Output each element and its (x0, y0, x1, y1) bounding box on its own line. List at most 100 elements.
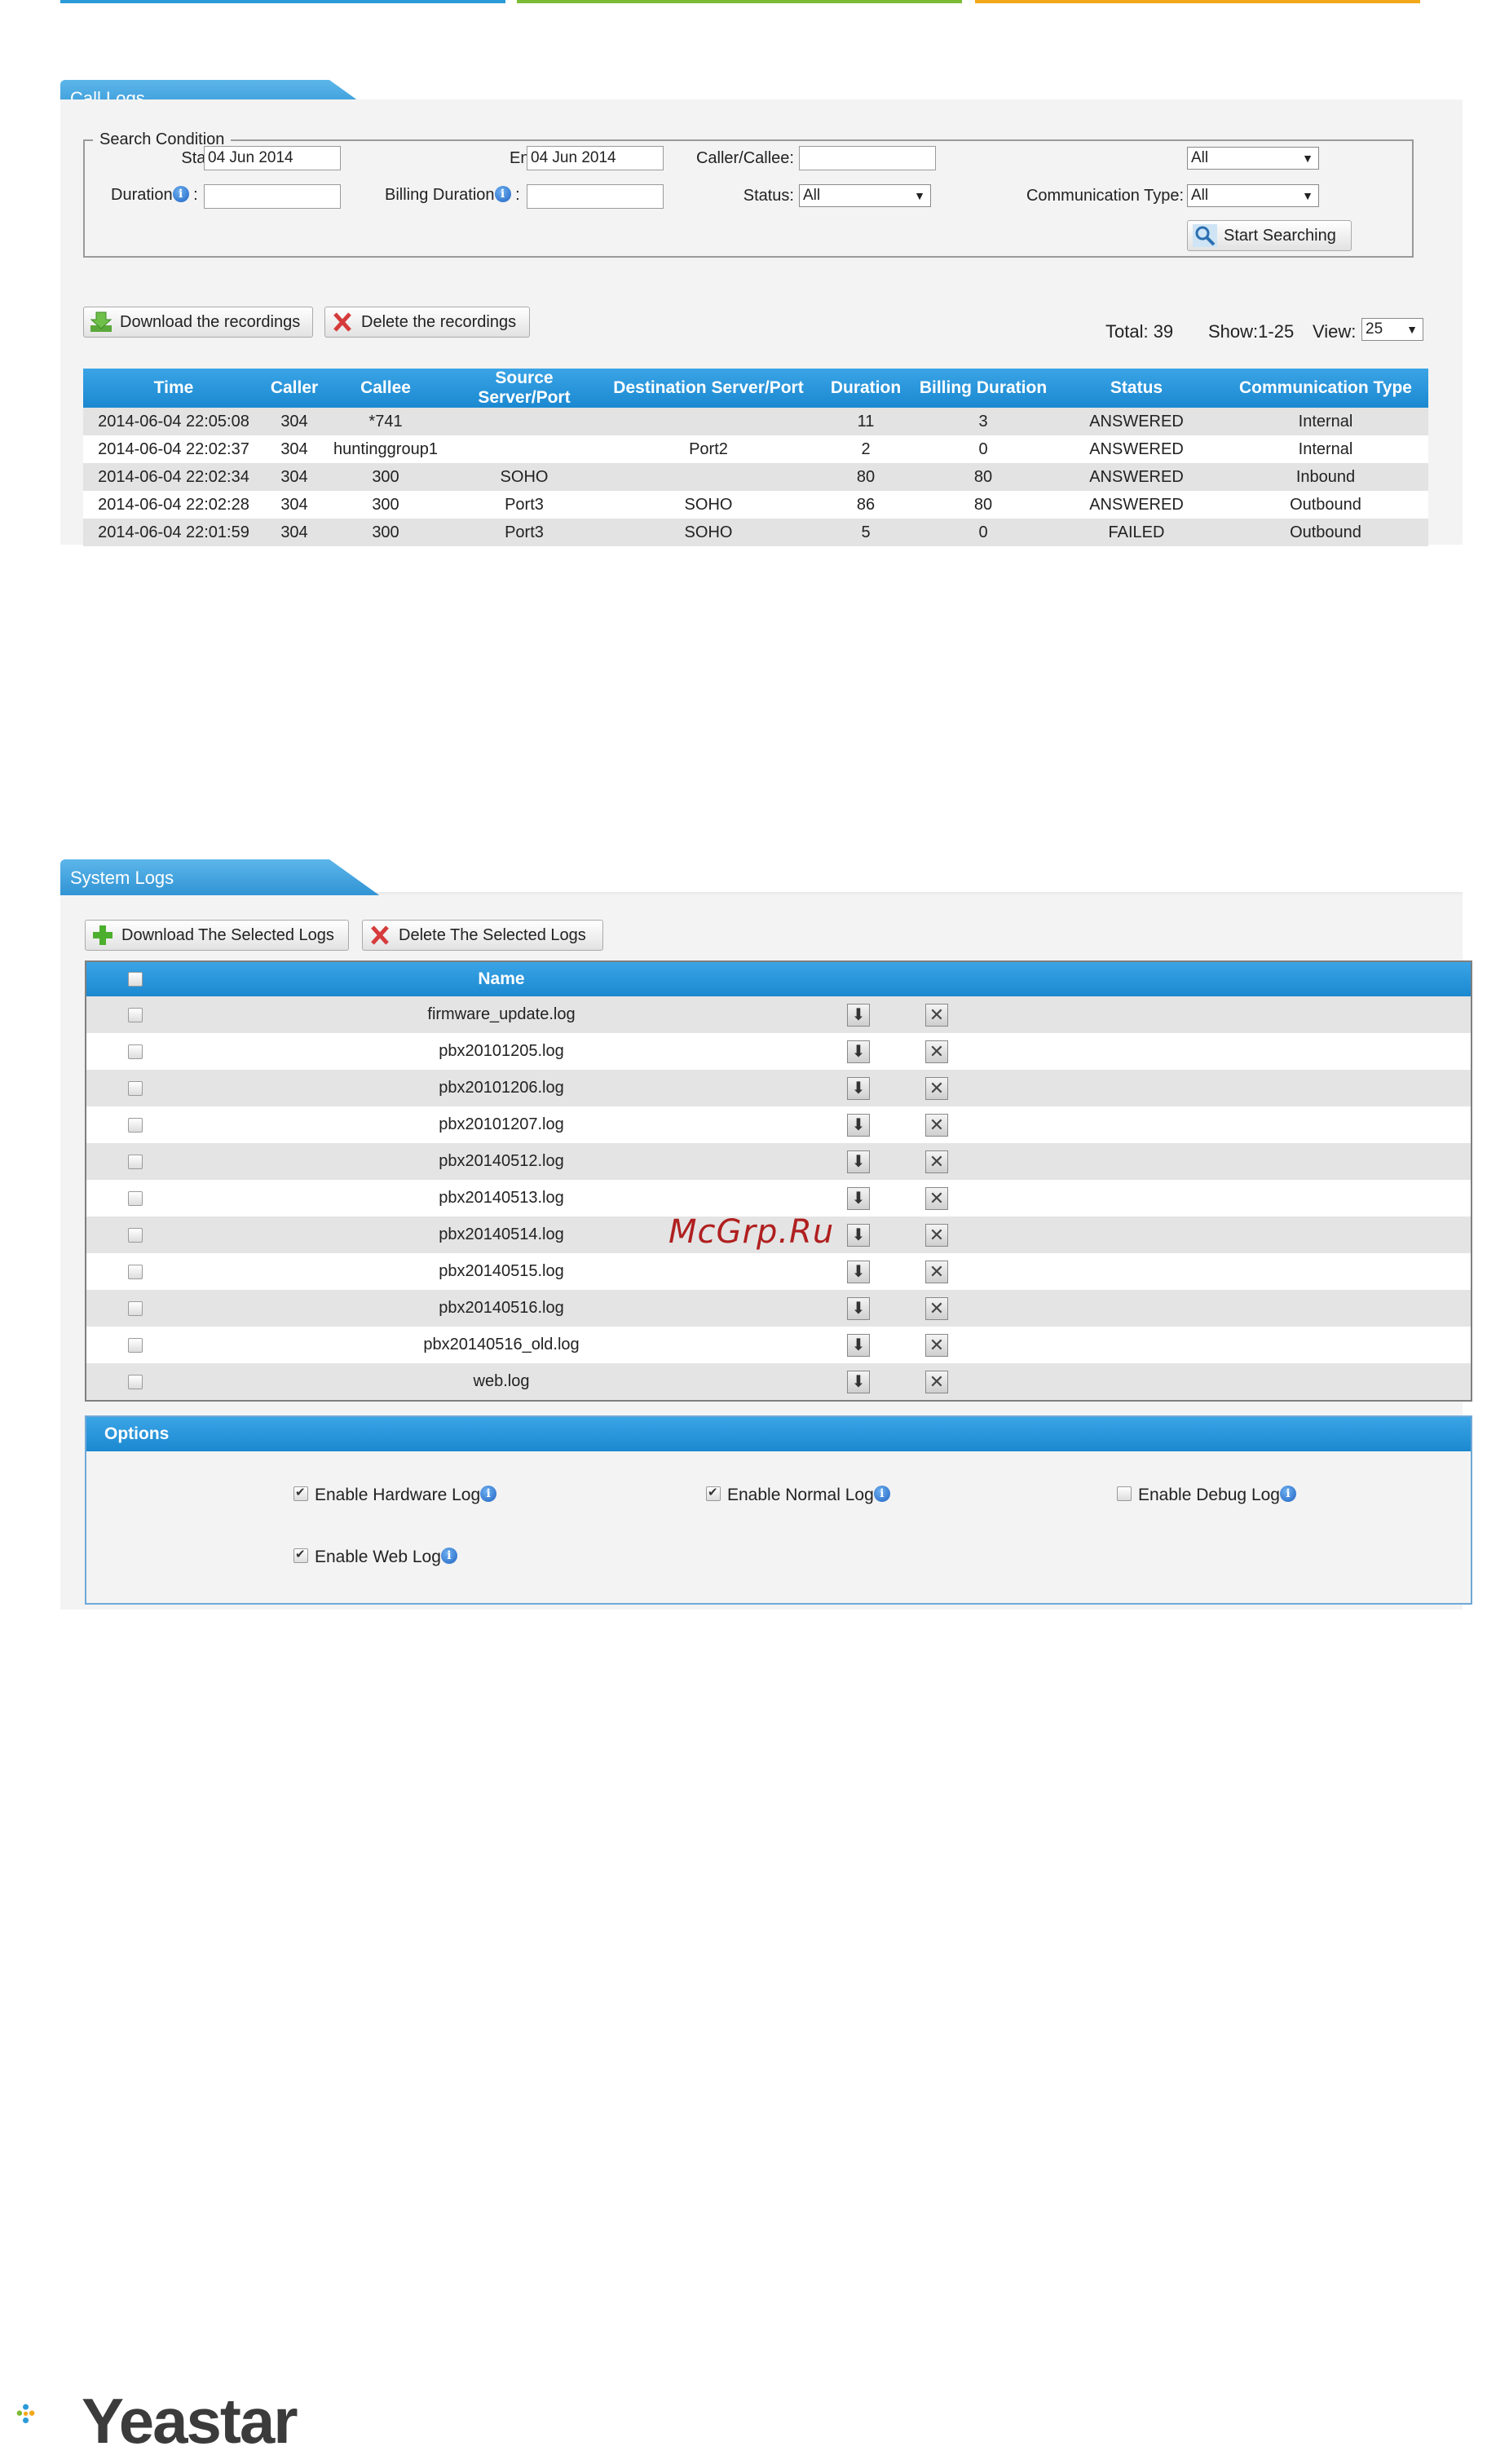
column-header[interactable]: Communication Type (1223, 369, 1428, 408)
caller-callee-input[interactable] (799, 146, 936, 170)
delete-icon[interactable]: ✕ (925, 1113, 948, 1137)
table-row[interactable]: pbx20101205.log ⬇ ✕ (86, 1033, 1472, 1070)
table-row[interactable]: pbx20101207.log ⬇ ✕ (86, 1106, 1472, 1143)
table-row[interactable]: pbx20140515.log ⬇ ✕ (86, 1253, 1472, 1290)
download-icon[interactable]: ⬇ (847, 1150, 870, 1173)
row-checkbox[interactable] (127, 1337, 143, 1353)
column-header[interactable]: Status (1050, 369, 1223, 408)
row-checkbox[interactable] (127, 1227, 143, 1243)
row-checkbox[interactable] (127, 1007, 143, 1022)
download-icon[interactable]: ⬇ (847, 1040, 870, 1063)
table-row[interactable]: 2014-06-04 22:01:59 304 300 Port3 SOHO 5… (83, 519, 1428, 546)
name-column-header[interactable]: Name (183, 961, 819, 996)
table-row[interactable]: pbx20140516_old.log ⬇ ✕ (86, 1327, 1472, 1363)
start-date-input[interactable]: 04 Jun 2014 (204, 146, 341, 170)
download-selected-logs-button[interactable]: Download The Selected Logs (85, 920, 349, 951)
delete-icon[interactable]: ✕ (925, 1223, 948, 1247)
download-recordings-button[interactable]: Download the recordings (83, 307, 313, 338)
web-log-option[interactable]: Enable Web Logi (293, 1547, 457, 1567)
column-header[interactable]: Duration (815, 369, 916, 408)
row-checkbox[interactable] (127, 1264, 143, 1279)
delete-selected-logs-button[interactable]: Delete The Selected Logs (362, 920, 603, 951)
web-log-checkbox[interactable] (293, 1547, 308, 1563)
info-icon[interactable]: i (873, 1486, 890, 1502)
billing-duration-colon: : (515, 186, 520, 204)
info-icon[interactable]: i (1279, 1486, 1296, 1502)
billing-duration-label-group: Billing Duration i : (385, 186, 520, 205)
hardware-log-option[interactable]: Enable Hardware Logi (293, 1485, 497, 1505)
cell-billing-duration: 3 (916, 408, 1050, 435)
table-row[interactable]: pbx20140513.log ⬇ ✕ (86, 1180, 1472, 1217)
delete-icon[interactable]: ✕ (925, 1150, 948, 1173)
status-select[interactable]: All ▼ (799, 184, 931, 207)
table-row[interactable]: web.log ⬇ ✕ (86, 1363, 1472, 1401)
column-header[interactable]: Destination Server/Port (602, 369, 815, 408)
communication-type-select[interactable]: All ▼ (1187, 184, 1319, 207)
table-row[interactable]: 2014-06-04 22:02:28 304 300 Port3 SOHO 8… (83, 491, 1428, 519)
download-icon[interactable]: ⬇ (847, 1223, 870, 1247)
download-icon[interactable]: ⬇ (847, 1370, 870, 1393)
info-icon[interactable]: i (440, 1548, 457, 1564)
info-icon[interactable]: i (480, 1486, 497, 1502)
cell-status: ANSWERED (1050, 491, 1223, 519)
view-select[interactable]: 25 ▼ (1361, 318, 1423, 341)
cell-destination (602, 463, 815, 491)
column-header[interactable]: Caller (264, 369, 324, 408)
billing-duration-label: Billing Duration (385, 186, 495, 204)
download-icon[interactable]: ⬇ (847, 1260, 870, 1283)
table-row[interactable]: pbx20140512.log ⬇ ✕ (86, 1143, 1472, 1180)
delete-icon[interactable]: ✕ (925, 1260, 948, 1283)
log-file-name: firmware_update.log (183, 996, 819, 1033)
log-file-name: pbx20140516_old.log (183, 1327, 819, 1363)
cell-status: ANSWERED (1050, 463, 1223, 491)
download-icon[interactable]: ⬇ (847, 1186, 870, 1210)
download-icon[interactable]: ⬇ (847, 1003, 870, 1027)
cell-caller: 304 (264, 463, 324, 491)
watermark: McGrp.Ru (668, 1213, 835, 1251)
info-icon[interactable]: i (172, 186, 189, 202)
row-checkbox[interactable] (127, 1080, 143, 1096)
trunk-select[interactable]: All ▼ (1187, 147, 1319, 170)
column-header[interactable]: Source Server/Port (447, 369, 602, 408)
delete-icon[interactable]: ✕ (925, 1040, 948, 1063)
start-searching-button[interactable]: Start Searching (1187, 220, 1352, 251)
row-checkbox[interactable] (127, 1154, 143, 1169)
download-icon[interactable]: ⬇ (847, 1333, 870, 1357)
table-row[interactable]: 2014-06-04 22:05:08 304 *741 11 3 ANSWER… (83, 408, 1428, 435)
duration-input[interactable] (204, 184, 341, 209)
column-header[interactable]: Callee (324, 369, 447, 408)
table-row[interactable]: 2014-06-04 22:02:37 304 huntinggroup1 Po… (83, 435, 1428, 463)
row-checkbox[interactable] (127, 1117, 143, 1133)
download-icon[interactable]: ⬇ (847, 1113, 870, 1137)
row-checkbox[interactable] (127, 1374, 143, 1389)
delete-icon[interactable]: ✕ (925, 1370, 948, 1393)
debug-log-checkbox[interactable] (1117, 1486, 1132, 1501)
cell-source: Port3 (447, 519, 602, 546)
info-icon[interactable]: i (494, 186, 511, 202)
hardware-log-checkbox[interactable] (293, 1485, 308, 1501)
row-checkbox[interactable] (127, 1044, 143, 1059)
select-all-checkbox[interactable] (127, 972, 143, 987)
delete-recordings-button[interactable]: Delete the recordings (324, 307, 530, 338)
row-checkbox[interactable] (127, 1190, 143, 1206)
end-date-input[interactable]: 04 Jun 2014 (527, 146, 664, 170)
billing-duration-input[interactable] (527, 184, 664, 209)
debug-log-option[interactable]: Enable Debug Log i (1117, 1486, 1296, 1505)
delete-icon[interactable]: ✕ (925, 1076, 948, 1100)
column-header[interactable]: Billing Duration (916, 369, 1050, 408)
download-icon[interactable]: ⬇ (847, 1296, 870, 1320)
delete-icon[interactable]: ✕ (925, 1003, 948, 1027)
delete-icon[interactable]: ✕ (925, 1333, 948, 1357)
normal-log-option[interactable]: Enable Normal Logi (706, 1485, 890, 1505)
delete-icon[interactable]: ✕ (925, 1296, 948, 1320)
table-row[interactable]: firmware_update.log ⬇ ✕ (86, 996, 1472, 1033)
cell-billing-duration: 80 (916, 463, 1050, 491)
delete-icon[interactable]: ✕ (925, 1186, 948, 1210)
normal-log-checkbox[interactable] (706, 1485, 721, 1501)
table-row[interactable]: pbx20140516.log ⬇ ✕ (86, 1290, 1472, 1327)
download-icon[interactable]: ⬇ (847, 1076, 870, 1100)
table-row[interactable]: pbx20101206.log ⬇ ✕ (86, 1070, 1472, 1106)
column-header[interactable]: Time (83, 369, 264, 408)
table-row[interactable]: 2014-06-04 22:02:34 304 300 SOHO 80 80 A… (83, 463, 1428, 491)
row-checkbox[interactable] (127, 1300, 143, 1316)
